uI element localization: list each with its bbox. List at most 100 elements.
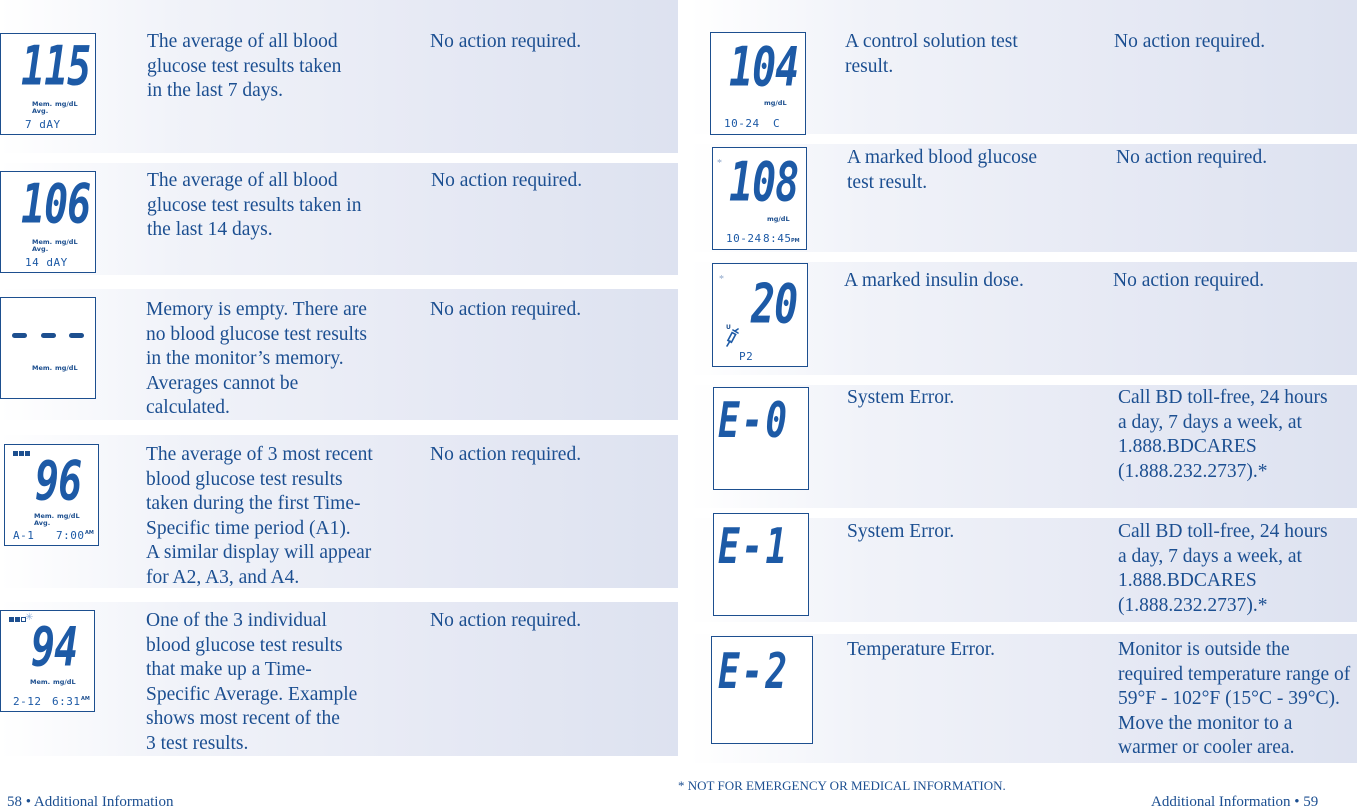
text-line: The average of all blood <box>147 170 338 191</box>
footnote: * NOT FOR EMERGENCY OR MEDICAL INFORMATI… <box>678 778 1006 793</box>
text-line: blood glucose test results <box>146 468 343 490</box>
lcd-am-pm: AM <box>85 530 94 536</box>
action-text: No action required. <box>430 443 581 468</box>
lcd-bottom-left: 7 dAY <box>25 118 61 131</box>
lcd-dash <box>41 333 56 338</box>
text-line: Move the monitor to a <box>1118 712 1293 734</box>
text-line: Monitor is outside the <box>1118 639 1290 660</box>
lcd-label-unit: mg/dL <box>57 512 80 520</box>
action-text: No action required. <box>430 30 581 55</box>
text-line: Averages cannot be <box>146 372 299 394</box>
meaning-text: Temperature Error. <box>847 638 995 663</box>
text-line: no blood glucose test results <box>146 323 367 345</box>
lcd-label-mem: Mem. <box>30 678 51 686</box>
lcd-label-unit: mg/dL <box>55 238 78 246</box>
lcd-display: 96 Mem. mg/dL Avg. A-1 7:00 AM <box>4 444 99 546</box>
lcd-value: 108 <box>729 152 799 215</box>
lcd-display: 115 Mem. mg/dL Avg. 7 dAY <box>0 33 96 135</box>
meaning-text: The average of all blood glucose test re… <box>147 169 361 243</box>
lcd-pen-label: P2 <box>739 350 754 363</box>
text-line: result. <box>845 55 894 77</box>
text-line: in the monitor’s memory. <box>146 348 344 369</box>
action-text: No action required. <box>430 298 581 323</box>
action-text: Call BD toll-free, 24 hours a day, 7 day… <box>1118 386 1328 484</box>
text-line: 59°F - 102°F (15°C - 39°C). <box>1118 688 1340 709</box>
lcd-dash <box>69 333 84 338</box>
text-line: No action required. <box>430 31 582 52</box>
action-text: Monitor is outside the required temperat… <box>1118 638 1350 761</box>
text-line: a day, 7 days a week, at <box>1118 411 1302 433</box>
text-line: taken during the first Time- <box>146 493 361 514</box>
lcd-label-unit: mg/dL <box>764 99 787 107</box>
text-line: No action required. <box>1113 270 1265 291</box>
text-line: No action required. <box>430 610 582 631</box>
text-line: a day, 7 days a week, at <box>1118 545 1302 567</box>
text-line: No action required. <box>1114 31 1266 52</box>
text-line: (1.888.232.2737).* <box>1118 594 1268 616</box>
lcd-label-avg: Avg. <box>32 107 49 115</box>
lcd-display: E-1 <box>713 513 809 616</box>
text-line: 1.888.BDCARES <box>1118 570 1257 591</box>
lcd-display: * 108 mg/dL 10-24 8:45 PM <box>712 147 807 250</box>
text-line: 3 test results. <box>146 732 249 754</box>
lcd-label-unit: mg/dL <box>55 100 78 108</box>
text-line: No action required. <box>430 444 582 465</box>
lcd-value: E-2 <box>718 645 790 701</box>
text-line: No action required. <box>431 170 583 191</box>
action-text: No action required. <box>1114 30 1265 55</box>
text-line: (1.888.232.2737).* <box>1118 460 1268 482</box>
text-line: System Error. <box>847 387 955 408</box>
page-footer-left: 58 • Additional Information <box>7 794 174 810</box>
lcd-label-unit: mg/dL <box>55 364 78 372</box>
lcd-display: * 20 U P2 <box>712 263 808 367</box>
text-line: calculated. <box>146 397 230 418</box>
text-line: required temperature range of <box>1118 663 1351 685</box>
text-line: glucose test results taken in <box>147 194 362 216</box>
lcd-value: 104 <box>729 37 799 100</box>
text-line: 1.888.BDCARES <box>1118 436 1257 457</box>
lcd-date: 10-24 <box>726 232 762 245</box>
lcd-display: ✳ 94 Mem. mg/dL 2-12 6:31 AM <box>0 610 95 712</box>
page-footer-right: Additional Information • 59 <box>1151 794 1319 810</box>
lcd-value: E-0 <box>718 394 790 450</box>
text-line: the last 14 days. <box>147 219 273 240</box>
text-line: A similar display will appear <box>146 542 372 563</box>
meaning-text: A marked blood glucose test result. <box>847 146 1037 195</box>
text-line: Memory is empty. There are <box>146 299 367 320</box>
marker-star-icon: * <box>717 158 722 169</box>
text-line: System Error. <box>847 521 955 542</box>
meaning-text: A marked insulin dose. <box>844 269 1024 294</box>
lcd-display: E-2 <box>711 636 813 744</box>
lcd-value: 96 <box>35 451 82 514</box>
text-line: shows most recent of the <box>146 708 340 729</box>
text-line: test result. <box>847 171 928 193</box>
text-line: A marked blood glucose <box>847 147 1038 168</box>
action-text: No action required. <box>1113 269 1264 294</box>
text-line: Temperature Error. <box>847 639 996 660</box>
text-line: glucose test results taken <box>147 55 342 77</box>
lcd-time: 7:00 <box>56 529 85 542</box>
text-line: Specific Average. Example <box>146 683 358 705</box>
action-text: No action required. <box>430 609 581 634</box>
lcd-display: 104 mg/dL 10-24 C <box>710 32 806 135</box>
lcd-time: 8:45 <box>763 232 792 245</box>
text-line: A marked insulin dose. <box>844 270 1024 291</box>
text-line: The average of 3 most recent <box>146 444 373 465</box>
lcd-value: E-1 <box>718 520 790 576</box>
lcd-label-avg: Avg. <box>32 245 49 253</box>
action-text: No action required. <box>431 169 582 194</box>
meaning-text: The average of 3 most recent blood gluco… <box>146 443 373 590</box>
text-line: warmer or cooler area. <box>1118 737 1295 758</box>
lcd-display: Mem. mg/dL <box>0 297 96 399</box>
action-text: Call BD toll-free, 24 hours a day, 7 day… <box>1118 520 1328 618</box>
text-line: A control solution test <box>845 31 1018 52</box>
meaning-text: Memory is empty. There are no blood gluc… <box>146 298 367 421</box>
lcd-time: 6:31 <box>52 695 81 708</box>
lcd-label-avg: Avg. <box>34 519 51 527</box>
text-line: Call BD toll-free, 24 hours <box>1118 387 1328 408</box>
text-line: One of the 3 individual <box>146 610 327 631</box>
lcd-label-mem: Mem. <box>32 364 53 372</box>
lcd-value: 94 <box>31 617 78 680</box>
action-text: No action required. <box>1116 146 1267 171</box>
lcd-value: 115 <box>21 36 91 99</box>
